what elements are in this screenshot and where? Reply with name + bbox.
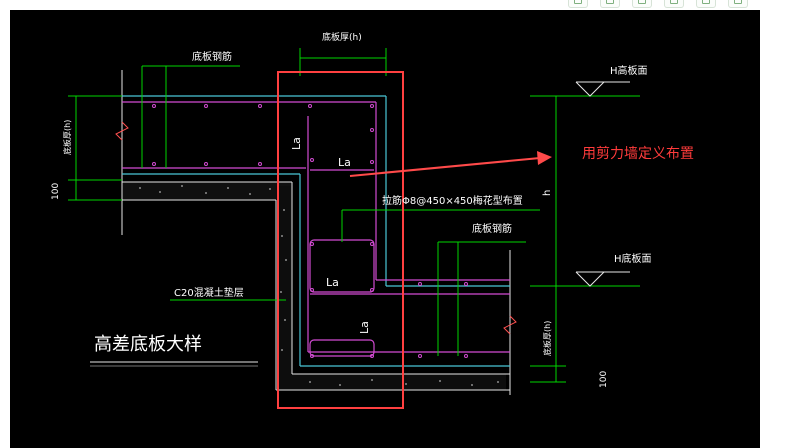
annotation-text: 用剪力墙定义布置 xyxy=(582,146,694,162)
drawing-title: 高差底板大样 xyxy=(94,334,202,355)
dimension-lines xyxy=(68,48,640,383)
label-la-3: La xyxy=(326,276,339,289)
annotation-arrow xyxy=(349,151,552,177)
label-la-2: La xyxy=(338,156,351,169)
copy-icon[interactable] xyxy=(696,0,716,8)
download-icon[interactable] xyxy=(664,0,684,8)
cad-drawing: 底板厚(h) 底板钢筋 底板厚(h) 100 H高板面 La La h 拉筋Φ8… xyxy=(10,10,760,448)
drawing-svg: 底板厚(h) 底板钢筋 底板厚(h) 100 H高板面 La La h 拉筋Φ8… xyxy=(51,31,652,409)
toolbar xyxy=(560,0,796,9)
label-100-left: 100 xyxy=(51,183,61,200)
zoom-icon[interactable] xyxy=(568,0,588,8)
label-100-right: 100 xyxy=(599,371,609,388)
rebar-dots xyxy=(152,104,468,358)
label-h: h xyxy=(542,190,553,196)
rotate-icon[interactable] xyxy=(600,0,620,8)
fit-icon[interactable] xyxy=(632,0,652,8)
rebar-lines xyxy=(122,101,510,357)
slab-edges xyxy=(122,95,510,367)
settings-icon[interactable] xyxy=(728,0,748,8)
label-cushion: C20混凝土垫层 xyxy=(174,286,244,299)
label-thickness-right: 底板厚(h) xyxy=(542,321,552,356)
label-h-bottom: H底板面 xyxy=(614,252,652,265)
label-h-top: H高板面 xyxy=(610,64,648,77)
label-thickness-left: 底板厚(h) xyxy=(62,120,72,155)
label-la-1: La xyxy=(290,137,303,150)
label-thickness-top: 底板厚(h) xyxy=(322,31,362,43)
label-rebar-bottom: 底板钢筋 xyxy=(472,222,512,235)
label-tie-bar: 拉筋Φ8@450×450梅花型布置 xyxy=(382,194,523,207)
label-la-4: La xyxy=(358,321,371,334)
label-rebar-top: 底板钢筋 xyxy=(192,50,232,63)
right-margin xyxy=(760,10,796,448)
